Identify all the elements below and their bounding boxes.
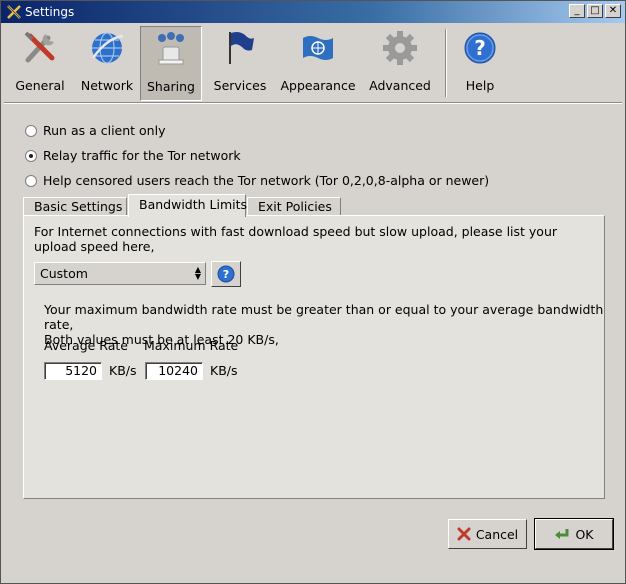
radio-label: Run as a client only (43, 123, 166, 138)
svg-text:?: ? (474, 36, 486, 60)
maximum-rate-unit: KB/s (210, 363, 238, 378)
cancel-label: Cancel (475, 526, 519, 542)
toolbar-item-services[interactable]: Services (208, 26, 272, 101)
maximum-rate-input[interactable]: 10240 (145, 362, 203, 380)
gear-icon (383, 31, 417, 65)
note-line: Your maximum bandwidth rate must be grea… (44, 302, 604, 332)
tab-exit-policies[interactable]: Exit Policies (247, 197, 341, 216)
cancel-button[interactable]: Cancel (448, 519, 527, 549)
radio-label: Relay traffic for the Tor network (43, 148, 241, 163)
toolbar-item-general[interactable]: General (10, 26, 70, 101)
window-title: Settings (25, 5, 75, 19)
svg-text:?: ? (223, 268, 229, 281)
ok-label: OK (575, 526, 594, 542)
toolbar-label: Network (80, 78, 134, 93)
bandwidth-note: Your maximum bandwidth rate must be grea… (44, 302, 604, 347)
minimize-button[interactable]: _ (569, 4, 585, 18)
radio-relay-traffic[interactable]: Relay traffic for the Tor network (25, 148, 241, 163)
globe-icon (91, 32, 124, 64)
tools-icon (24, 31, 55, 63)
toolbar-label: Help (465, 78, 495, 93)
radio-button[interactable] (25, 124, 37, 137)
note-line: Both values must be at least 20 KB/s, (44, 332, 279, 347)
help-icon: ? (464, 32, 496, 64)
close-button[interactable]: ✕ (605, 4, 621, 18)
toolbar-item-network[interactable]: Network (77, 26, 137, 101)
average-rate-input[interactable]: 5120 (44, 362, 102, 380)
toolbar-separator (445, 29, 447, 97)
cancel-icon (457, 527, 471, 541)
bandwidth-description: For Internet connections with fast downl… (34, 224, 558, 254)
radio-bridge[interactable]: Help censored users reach the Tor networ… (25, 173, 489, 188)
average-rate-label: Average Rate (44, 338, 128, 353)
flag-icon (229, 32, 254, 64)
radio-label: Help censored users reach the Tor networ… (43, 173, 490, 188)
toolbar-label: Services (213, 78, 267, 93)
settings-window: Settings _ □ ✕ General Network Sharing S… (0, 0, 626, 584)
average-rate-unit: KB/s (109, 363, 137, 378)
toolbar-label: Appearance (280, 78, 356, 93)
tab-basic-settings[interactable]: Basic Settings (23, 197, 127, 216)
radio-client-only[interactable]: Run as a client only (25, 123, 165, 138)
ok-button[interactable]: OK (534, 518, 614, 550)
toolbar-item-advanced[interactable]: Advanced (366, 26, 434, 101)
title-bar[interactable]: Settings _ □ ✕ (1, 1, 625, 23)
radio-button[interactable] (25, 174, 37, 187)
help-icon: ? (217, 265, 235, 283)
settings-toolbar: General Network Sharing Services Appeara… (4, 25, 622, 101)
toolbar-label: Sharing (147, 79, 195, 94)
toolbar-item-help[interactable]: ? Help (450, 26, 510, 101)
toolbar-label: Advanced (369, 78, 431, 93)
radio-button-selected[interactable] (25, 149, 37, 162)
ok-arrow-icon (555, 529, 569, 539)
un-flag-icon (303, 36, 333, 60)
tab-bandwidth-limits[interactable]: Bandwidth Limits (128, 194, 247, 217)
toolbar-divider (4, 102, 622, 104)
up-down-arrows-icon: ▲ ▼ (194, 265, 201, 281)
toolbar-label: General (15, 78, 65, 93)
maximum-rate-label: Maximum Rate (144, 338, 239, 353)
bandwidth-help-button[interactable]: ? (211, 261, 241, 287)
maximize-button[interactable]: □ (587, 4, 603, 18)
bandwidth-panel: For Internet connections with fast downl… (23, 215, 605, 499)
sharing-icon (158, 32, 184, 65)
toolbar-item-appearance[interactable]: Appearance (278, 26, 358, 101)
select-value: Custom (40, 266, 88, 281)
tor-app-icon (7, 5, 21, 19)
toolbar-item-sharing[interactable]: Sharing (140, 26, 202, 101)
bandwidth-preset-select[interactable]: Custom ▲ ▼ (34, 262, 206, 285)
